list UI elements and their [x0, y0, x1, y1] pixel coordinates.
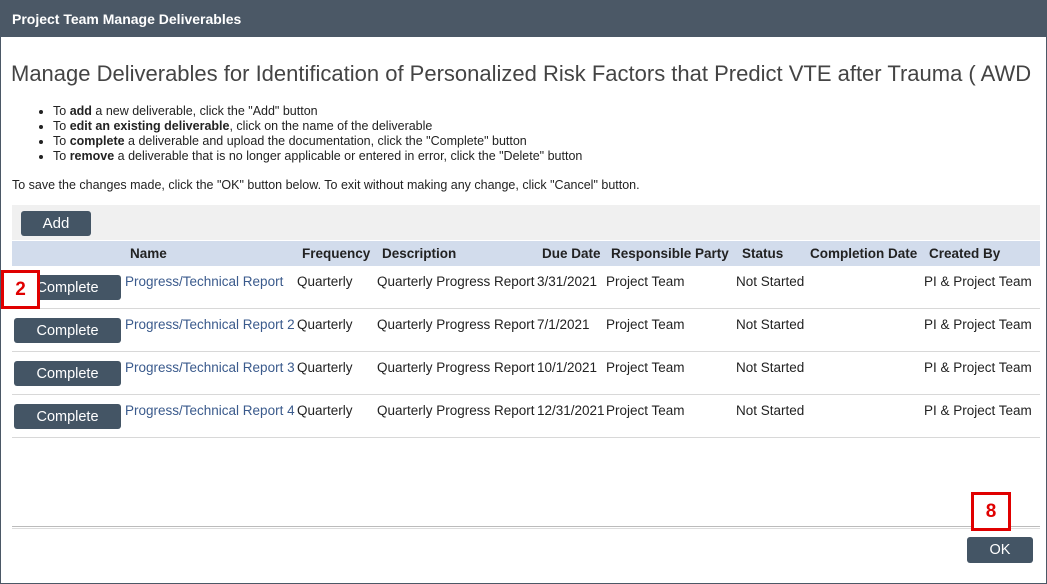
due-date-cell: 7/1/2021	[537, 317, 590, 332]
instruction-edit: To edit an existing deliverable, click o…	[53, 119, 582, 134]
step-marker-ok: 8	[971, 492, 1011, 531]
header-description[interactable]: Description	[382, 246, 456, 261]
deliverables-table: Name Frequency Description Due Date Resp…	[12, 241, 1040, 438]
frequency-cell: Quarterly	[297, 274, 353, 289]
header-due-date[interactable]: Due Date	[542, 246, 601, 261]
manage-deliverables-dialog: Project Team Manage Deliverables Manage …	[0, 0, 1047, 584]
responsible-party-cell: Project Team	[606, 360, 685, 375]
ok-button[interactable]: OK	[967, 537, 1033, 563]
header-created-by[interactable]: Created By	[929, 246, 1000, 261]
deliverable-name-link[interactable]: Progress/Technical Report 2	[125, 317, 295, 332]
status-cell: Not Started	[736, 403, 805, 418]
step-marker-complete: 2	[1, 270, 40, 309]
created-by-cell: PI & Project Team	[924, 360, 1032, 375]
save-note: To save the changes made, click the "OK"…	[12, 178, 640, 192]
status-cell: Not Started	[736, 360, 805, 375]
due-date-cell: 12/31/2021	[537, 403, 605, 418]
deliverable-name-link[interactable]: Progress/Technical Report 4	[125, 403, 295, 418]
description-cell: Quarterly Progress Report	[377, 403, 535, 418]
header-responsible-party[interactable]: Responsible Party	[611, 246, 729, 261]
complete-button[interactable]: Complete	[14, 318, 121, 343]
header-status[interactable]: Status	[742, 246, 783, 261]
table-row: Complete Progress/Technical Report Quart…	[12, 266, 1040, 309]
header-name[interactable]: Name	[130, 246, 167, 261]
add-button[interactable]: Add	[21, 211, 91, 236]
due-date-cell: 3/31/2021	[537, 274, 598, 289]
header-frequency[interactable]: Frequency	[302, 246, 370, 261]
responsible-party-cell: Project Team	[606, 403, 685, 418]
complete-button[interactable]: Complete	[14, 404, 121, 429]
instructions-list: To add a new deliverable, click the "Add…	[53, 104, 582, 164]
responsible-party-cell: Project Team	[606, 317, 685, 332]
complete-button[interactable]: Complete	[14, 361, 121, 386]
toolbar: Add	[12, 205, 1040, 240]
frequency-cell: Quarterly	[297, 360, 353, 375]
instruction-add: To add a new deliverable, click the "Add…	[53, 104, 582, 119]
description-cell: Quarterly Progress Report	[377, 274, 535, 289]
dialog-title: Project Team Manage Deliverables	[1, 1, 1046, 37]
table-row: Complete Progress/Technical Report 2 Qua…	[12, 309, 1040, 352]
status-cell: Not Started	[736, 274, 805, 289]
table-row: Complete Progress/Technical Report 4 Qua…	[12, 395, 1040, 438]
frequency-cell: Quarterly	[297, 403, 353, 418]
created-by-cell: PI & Project Team	[924, 403, 1032, 418]
instruction-remove: To remove a deliverable that is no longe…	[53, 149, 582, 164]
due-date-cell: 10/1/2021	[537, 360, 598, 375]
frequency-cell: Quarterly	[297, 317, 353, 332]
description-cell: Quarterly Progress Report	[377, 360, 535, 375]
instruction-complete: To complete a deliverable and upload the…	[53, 134, 582, 149]
status-cell: Not Started	[736, 317, 805, 332]
header-completion-date[interactable]: Completion Date	[810, 246, 917, 261]
created-by-cell: PI & Project Team	[924, 274, 1032, 289]
deliverable-name-link[interactable]: Progress/Technical Report	[125, 274, 283, 289]
created-by-cell: PI & Project Team	[924, 317, 1032, 332]
responsible-party-cell: Project Team	[606, 274, 685, 289]
deliverable-name-link[interactable]: Progress/Technical Report 3	[125, 360, 295, 375]
table-row: Complete Progress/Technical Report 3 Qua…	[12, 352, 1040, 395]
footer-divider	[12, 526, 1040, 529]
table-header: Name Frequency Description Due Date Resp…	[12, 241, 1040, 266]
page-title: Manage Deliverables for Identification o…	[11, 61, 1032, 86]
description-cell: Quarterly Progress Report	[377, 317, 535, 332]
